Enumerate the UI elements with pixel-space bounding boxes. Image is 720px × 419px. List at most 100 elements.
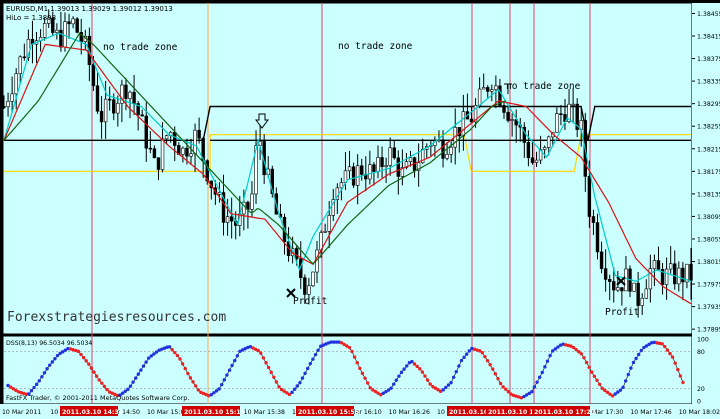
candle-body	[112, 99, 116, 114]
dss-dot	[76, 349, 81, 354]
dss-dot	[175, 353, 180, 358]
candle-body	[656, 260, 661, 270]
symbol-line: EURUSD,M1 1.39013 1.39029 1.39012 1.3901…	[6, 5, 173, 13]
candle-body	[355, 165, 360, 186]
dss-dot	[313, 352, 318, 357]
candle-body	[469, 118, 474, 123]
candle-body	[494, 85, 498, 90]
dss-dot	[256, 348, 260, 353]
dss-dot	[444, 385, 448, 390]
time-badge-label: 2011.03.10 17:20	[534, 409, 596, 416]
osc-tick-label: 100	[697, 337, 709, 344]
zone-label-2: no trade zone	[338, 41, 413, 52]
candle-body	[689, 263, 693, 281]
dss-dot	[32, 385, 36, 390]
dss-dot	[587, 365, 591, 369]
price-tick-label: 1.38215	[697, 146, 720, 153]
candle-body	[530, 157, 535, 163]
candle-body	[441, 139, 445, 159]
dss-dot	[230, 363, 234, 368]
dss-dot	[217, 387, 221, 391]
candle-body	[107, 98, 112, 101]
candle-body	[534, 159, 539, 163]
candle-body	[164, 135, 169, 140]
candle-body	[351, 166, 356, 186]
dss-dot	[266, 365, 271, 370]
candle-body	[587, 176, 592, 217]
dss-dot	[173, 350, 177, 355]
osc-tick-label: 20	[697, 386, 705, 393]
candle-body	[327, 215, 331, 232]
dss-dot	[261, 356, 266, 360]
dss-dot	[191, 380, 195, 384]
dss-dot	[506, 390, 511, 394]
dss-dot	[264, 361, 268, 365]
candle-body	[311, 271, 315, 287]
dss-dot	[144, 360, 148, 364]
candle-body	[486, 87, 490, 92]
dss-dot	[459, 358, 464, 363]
forex-chart: DSS(8,13) 96.5034 96.5034 1.38455 1.38415…	[0, 2, 720, 419]
dss-dot	[428, 382, 432, 386]
candle-body	[6, 101, 10, 108]
dss-dot	[306, 366, 310, 371]
dss-dot	[308, 361, 313, 366]
candle-body	[156, 157, 161, 170]
copyright: FastFX Trader, © 2001-2011 MetaQuotes So…	[6, 394, 189, 402]
candle-body	[18, 56, 22, 75]
dss-dot	[621, 385, 625, 390]
osc-tick-label: 0	[697, 399, 701, 406]
dss-dot	[136, 372, 141, 376]
dss-dot	[392, 382, 396, 386]
candle-body	[360, 165, 364, 175]
candle-body	[132, 91, 136, 104]
dss-dot	[530, 390, 534, 394]
dss-dot	[363, 376, 367, 380]
dss-dot	[670, 355, 675, 359]
time-tick-label: 10 Mar 16:26	[389, 409, 430, 416]
dss-dot	[501, 385, 505, 389]
dss-dot	[128, 384, 133, 388]
dss-dot	[668, 351, 672, 356]
candle-body	[250, 193, 254, 210]
price-tick-label: 1.37895	[697, 327, 720, 334]
dss-dot	[592, 374, 597, 378]
dss-dot	[420, 370, 425, 374]
candle-body	[63, 21, 67, 48]
dss-dot	[316, 348, 320, 352]
dss-dot	[40, 375, 44, 379]
candle-body	[372, 164, 376, 172]
dss-dot	[292, 387, 297, 391]
candle-body	[152, 148, 157, 159]
dss-dot	[488, 362, 492, 367]
dss-dot	[584, 360, 589, 365]
dss-dot	[467, 349, 471, 353]
candle-body	[71, 18, 75, 25]
dss-dot	[227, 368, 232, 372]
dss-dot	[626, 372, 630, 377]
dss-dot	[410, 359, 414, 364]
dss-dot	[55, 353, 60, 358]
dss-dot	[269, 370, 273, 375]
candle-body	[140, 114, 144, 117]
candle-body	[624, 268, 628, 292]
dss-dot	[167, 345, 172, 349]
candle-body	[55, 29, 59, 33]
price-tick-label: 1.38175	[697, 169, 720, 176]
dss-dot	[676, 367, 680, 372]
time-tick-label: 10 Mar 18:02	[679, 409, 720, 416]
candle-body	[555, 113, 559, 133]
candle-body	[197, 129, 201, 139]
dss-dot	[454, 369, 458, 374]
candle-body	[481, 87, 486, 90]
dss-dot	[660, 342, 664, 346]
dss-dot	[402, 367, 406, 371]
dss-dot	[183, 366, 187, 371]
price-tick-label: 1.38055	[697, 236, 720, 243]
candle-body	[323, 231, 327, 233]
dss-dot	[360, 371, 365, 376]
zone-label-3: no trade zone	[506, 81, 581, 92]
dss-dot	[441, 388, 445, 392]
candle-body	[380, 157, 384, 167]
candle-body	[22, 56, 27, 59]
